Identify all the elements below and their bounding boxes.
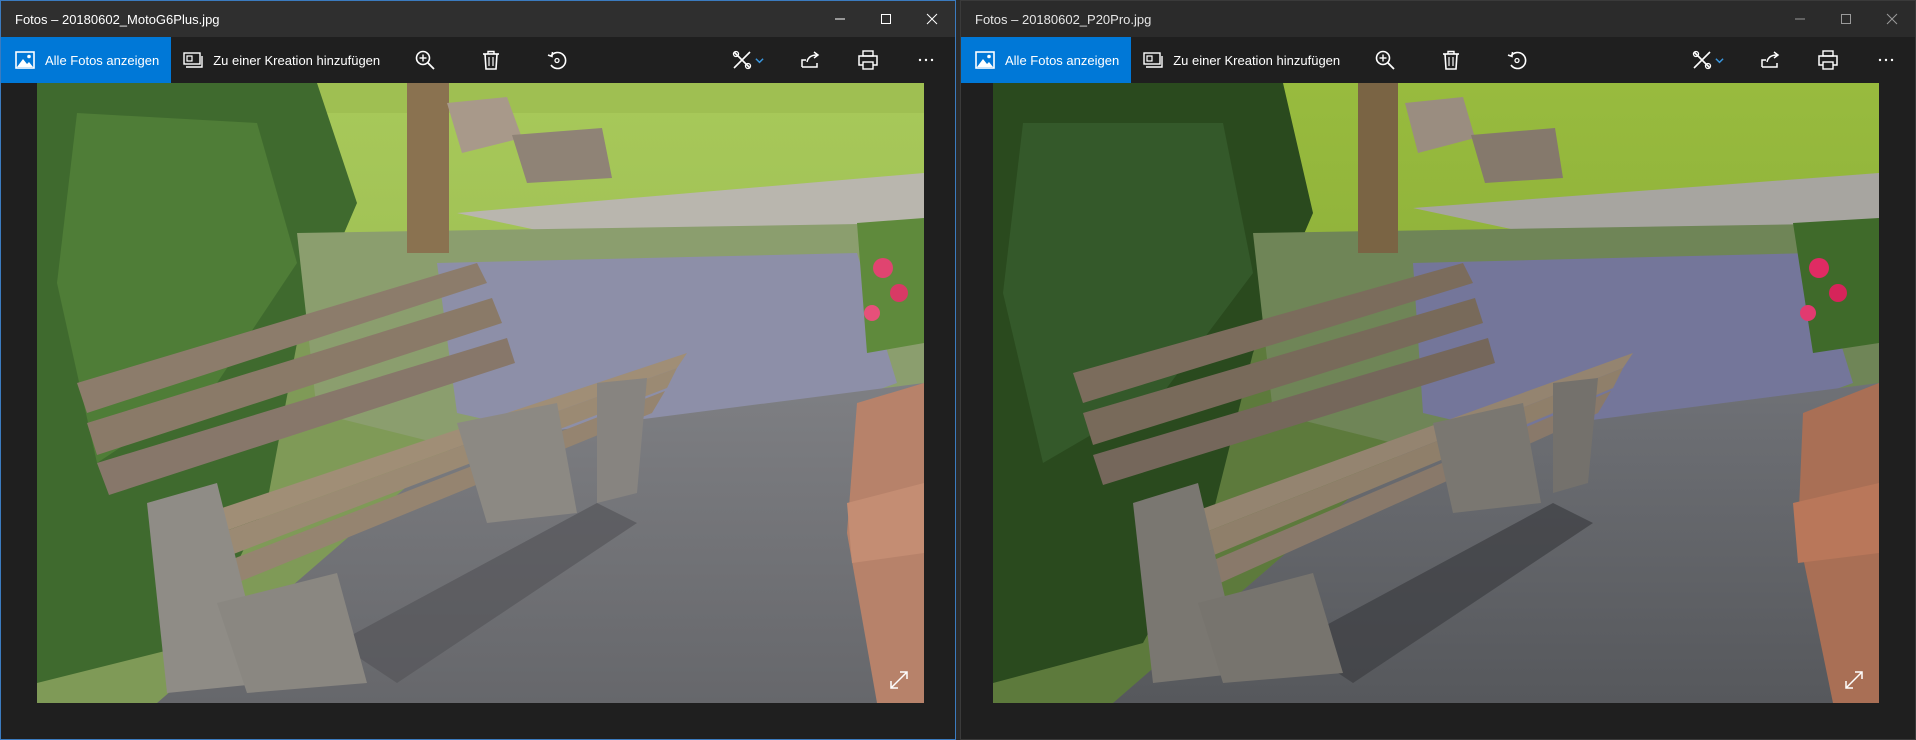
add-to-creation-label: Zu einer Kreation hinzufügen (213, 52, 381, 68)
chevron-down-icon (1714, 57, 1724, 63)
delete-button[interactable] (468, 37, 514, 83)
delete-button[interactable] (1428, 37, 1474, 83)
print-icon (1818, 50, 1838, 70)
photo-viewer[interactable] (37, 83, 924, 703)
minimize-button[interactable] (1777, 1, 1823, 37)
photos-window-moto: Fotos – 20180602_MotoG6Plus.jpg Alle Fot… (0, 0, 956, 740)
slideshow-icon (183, 52, 203, 68)
rotate-icon (547, 51, 567, 70)
more-icon (918, 58, 934, 62)
expand-icon[interactable] (888, 669, 910, 691)
delete-icon (483, 50, 500, 70)
more-button[interactable] (1863, 37, 1909, 83)
chevron-down-icon (754, 57, 764, 63)
share-button[interactable] (1747, 37, 1793, 83)
edit-create-button[interactable] (719, 37, 775, 83)
close-icon (926, 13, 938, 25)
photos-window-p20: Fotos – 20180602_P20Pro.jpg Alle Fotos a… (960, 0, 1916, 740)
share-icon (1761, 51, 1780, 68)
maximize-button[interactable] (1823, 1, 1869, 37)
edit-icon (732, 50, 751, 70)
photo-viewer[interactable] (993, 83, 1879, 703)
print-button[interactable] (845, 37, 891, 83)
expand-icon[interactable] (1843, 669, 1865, 691)
maximize-icon (1841, 14, 1851, 24)
close-button[interactable] (909, 1, 955, 37)
all-photos-button[interactable]: Alle Fotos anzeigen (961, 37, 1132, 83)
title-bar[interactable]: Fotos – 20180602_MotoG6Plus.jpg (1, 1, 955, 37)
zoom-in-icon (415, 50, 435, 70)
more-icon (1878, 58, 1894, 62)
print-icon (858, 50, 878, 70)
picture-icon (15, 51, 35, 69)
add-to-creation-button[interactable]: Zu einer Kreation hinzufügen (1131, 37, 1352, 83)
add-to-creation-label: Zu einer Kreation hinzufügen (1173, 52, 1341, 68)
maximize-button[interactable] (863, 1, 909, 37)
zoom-button[interactable] (402, 37, 448, 83)
toolbar: Alle Fotos anzeigen Zu einer Kreation hi… (961, 37, 1915, 83)
all-photos-label: Alle Fotos anzeigen (1005, 52, 1120, 68)
slideshow-icon (1143, 52, 1163, 68)
zoom-in-icon (1375, 50, 1395, 70)
delete-icon (1443, 50, 1460, 70)
edit-icon (1692, 50, 1711, 70)
close-icon (1886, 13, 1898, 25)
add-to-creation-button[interactable]: Zu einer Kreation hinzufügen (171, 37, 392, 83)
maximize-icon (881, 14, 891, 24)
all-photos-button[interactable]: Alle Fotos anzeigen (1, 37, 172, 83)
more-button[interactable] (903, 37, 949, 83)
rotate-button[interactable] (534, 37, 580, 83)
photo-image (37, 83, 924, 703)
close-button[interactable] (1869, 1, 1915, 37)
photo-image (993, 83, 1879, 703)
edit-create-button[interactable] (1679, 37, 1735, 83)
rotate-icon (1507, 51, 1527, 70)
rotate-button[interactable] (1494, 37, 1540, 83)
window-title: Fotos – 20180602_MotoG6Plus.jpg (15, 11, 220, 27)
minimize-button[interactable] (817, 1, 863, 37)
share-button[interactable] (787, 37, 833, 83)
share-icon (801, 51, 820, 68)
print-button[interactable] (1805, 37, 1851, 83)
zoom-button[interactable] (1362, 37, 1408, 83)
minimize-icon (1795, 18, 1805, 20)
picture-icon (975, 51, 995, 69)
minimize-icon (835, 18, 845, 20)
window-title: Fotos – 20180602_P20Pro.jpg (975, 11, 1152, 27)
all-photos-label: Alle Fotos anzeigen (45, 52, 160, 68)
title-bar[interactable]: Fotos – 20180602_P20Pro.jpg (961, 1, 1915, 37)
toolbar: Alle Fotos anzeigen Zu einer Kreation hi… (1, 37, 955, 83)
